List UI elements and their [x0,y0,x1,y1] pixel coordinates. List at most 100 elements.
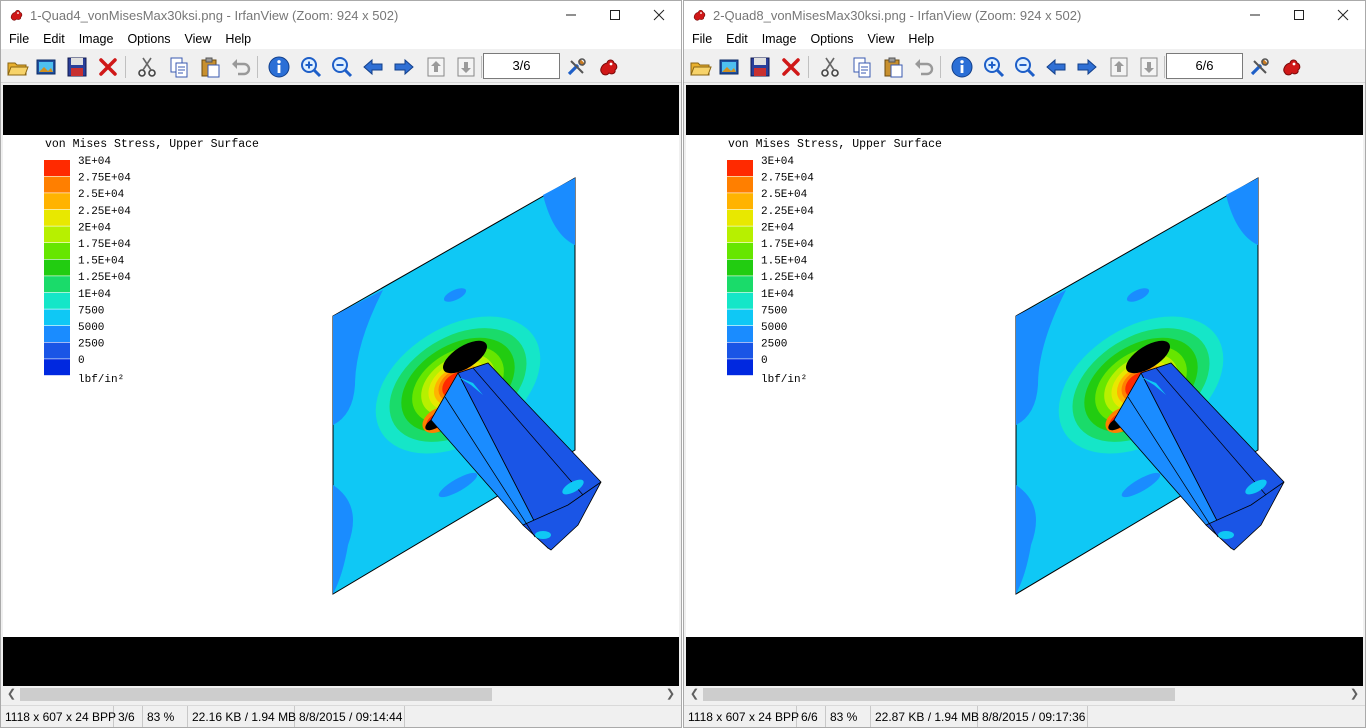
horizontal-scrollbar[interactable]: ❮ ❯ [3,686,679,703]
legend-swatch [44,342,70,359]
cut-button[interactable] [816,53,844,81]
zoom-out-button[interactable] [1011,53,1039,81]
status-size: 22.16 KB / 1.94 MB [188,706,296,727]
legend-label: 3E+04 [78,156,111,168]
title-bar[interactable]: 1-Quad4_vonMisesMax30ksi.png - IrfanView… [1,1,681,29]
previous-button[interactable] [359,53,387,81]
minimize-button[interactable] [1233,1,1277,29]
legend-swatch [727,342,753,359]
properties-button[interactable] [1246,53,1274,81]
legend-label: 7500 [78,305,104,317]
scroll-left-icon[interactable]: ❮ [686,686,703,703]
open-folder-button[interactable] [3,53,31,81]
irfanview-button[interactable] [1277,53,1305,81]
next-page-button[interactable] [452,53,480,81]
zoom-in-button[interactable] [297,53,325,81]
save-button[interactable] [746,53,774,81]
menu-options[interactable]: Options [120,29,177,49]
title-bar[interactable]: 2-Quad8_vonMisesMax30ksi.png - IrfanView… [684,1,1365,29]
legend-swatch [44,193,70,210]
info-icon [268,56,290,78]
close-button[interactable] [1321,1,1365,29]
zoom-in-icon [301,57,322,78]
menu-file[interactable]: File [685,29,719,49]
legend-label: 5000 [78,322,104,334]
status-bar: 1118 x 607 x 24 BPP 3/6 83 % 22.16 KB / 1.9… [1,705,681,727]
slideshow-icon [36,59,56,75]
minimize-button[interactable] [549,1,593,29]
legend-unit: lbf/in² [761,374,807,386]
scroll-right-icon[interactable]: ❯ [662,686,679,703]
properties-button[interactable] [563,53,591,81]
cut-button[interactable] [133,53,161,81]
scroll-right-icon[interactable]: ❯ [1346,686,1363,703]
slideshow-button[interactable] [715,53,743,81]
image-viewer[interactable]: von Mises Stress, Upper Surface 3E+04 2.75… [3,85,679,686]
paste-button[interactable] [196,53,224,81]
status-dims: 1118 x 607 x 24 BPP [684,706,799,727]
legend-label: 2E+04 [78,222,111,234]
legend-swatch [44,243,70,259]
menu-image[interactable]: Image [72,29,121,49]
maximize-button[interactable] [1277,1,1321,29]
legend-label: 2.25E+04 [761,206,814,218]
paste-icon [201,57,220,78]
menu-edit[interactable]: Edit [36,29,72,49]
legend-swatch [44,309,70,326]
irfanview-window-left[interactable]: 1-Quad4_vonMisesMax30ksi.png - IrfanView… [0,0,682,728]
undo-button[interactable] [910,53,938,81]
next-page-button[interactable] [1135,53,1163,81]
paste-button[interactable] [879,53,907,81]
legend-label: 2.75E+04 [761,173,814,185]
scroll-left-icon[interactable]: ❮ [3,686,20,703]
menu-edit[interactable]: Edit [719,29,755,49]
status-page: 3/6 [114,706,143,727]
copy-button[interactable] [165,53,193,81]
menu-file[interactable]: File [2,29,36,49]
close-button[interactable] [637,1,681,29]
zoom-out-icon [332,57,353,78]
menu-bar: File Edit Image Options View Help [684,29,1365,49]
first-page-button[interactable] [422,53,450,81]
legend-swatch [44,259,70,276]
page-number-field[interactable]: 3/6 [483,53,560,79]
legend-label: 7500 [761,305,787,317]
info-button[interactable] [265,53,293,81]
irfanview-icon [600,59,618,76]
next-button[interactable] [390,53,418,81]
maximize-button[interactable] [593,1,637,29]
menu-image[interactable]: Image [755,29,804,49]
next-button[interactable] [1073,53,1101,81]
next-page-icon [457,57,475,77]
scrollbar-thumb[interactable] [20,688,492,701]
menu-help[interactable]: Help [901,29,941,49]
zoom-in-button[interactable] [980,53,1008,81]
page-number-field[interactable]: 6/6 [1166,53,1243,79]
zoom-out-button[interactable] [328,53,356,81]
delete-button[interactable] [94,53,122,81]
horizontal-scrollbar[interactable]: ❮ ❯ [686,686,1363,703]
copy-icon [853,57,871,78]
irfanview-button[interactable] [594,53,622,81]
status-datetime: 8/8/2015 / 09:17:36 [978,706,1088,727]
menu-view[interactable]: View [861,29,902,49]
copy-button[interactable] [848,53,876,81]
toolbar: 3/6 [1,50,681,83]
delete-button[interactable] [777,53,805,81]
menu-help[interactable]: Help [218,29,258,49]
close-icon [653,9,665,21]
previous-button[interactable] [1042,53,1070,81]
status-zoom: 83 % [143,706,188,727]
irfanview-window-right[interactable]: 2-Quad8_vonMisesMax30ksi.png - IrfanView… [683,0,1366,728]
info-button[interactable] [948,53,976,81]
menu-view[interactable]: View [178,29,219,49]
image-viewer[interactable]: von Mises Stress, Upper Surface 3E+04 2.75… [686,85,1363,686]
scrollbar-thumb[interactable] [703,688,1175,701]
legend-label: 1E+04 [761,289,794,301]
menu-options[interactable]: Options [803,29,860,49]
first-page-button[interactable] [1105,53,1133,81]
undo-button[interactable] [227,53,255,81]
open-folder-button[interactable] [686,53,714,81]
slideshow-button[interactable] [32,53,60,81]
save-button[interactable] [63,53,91,81]
